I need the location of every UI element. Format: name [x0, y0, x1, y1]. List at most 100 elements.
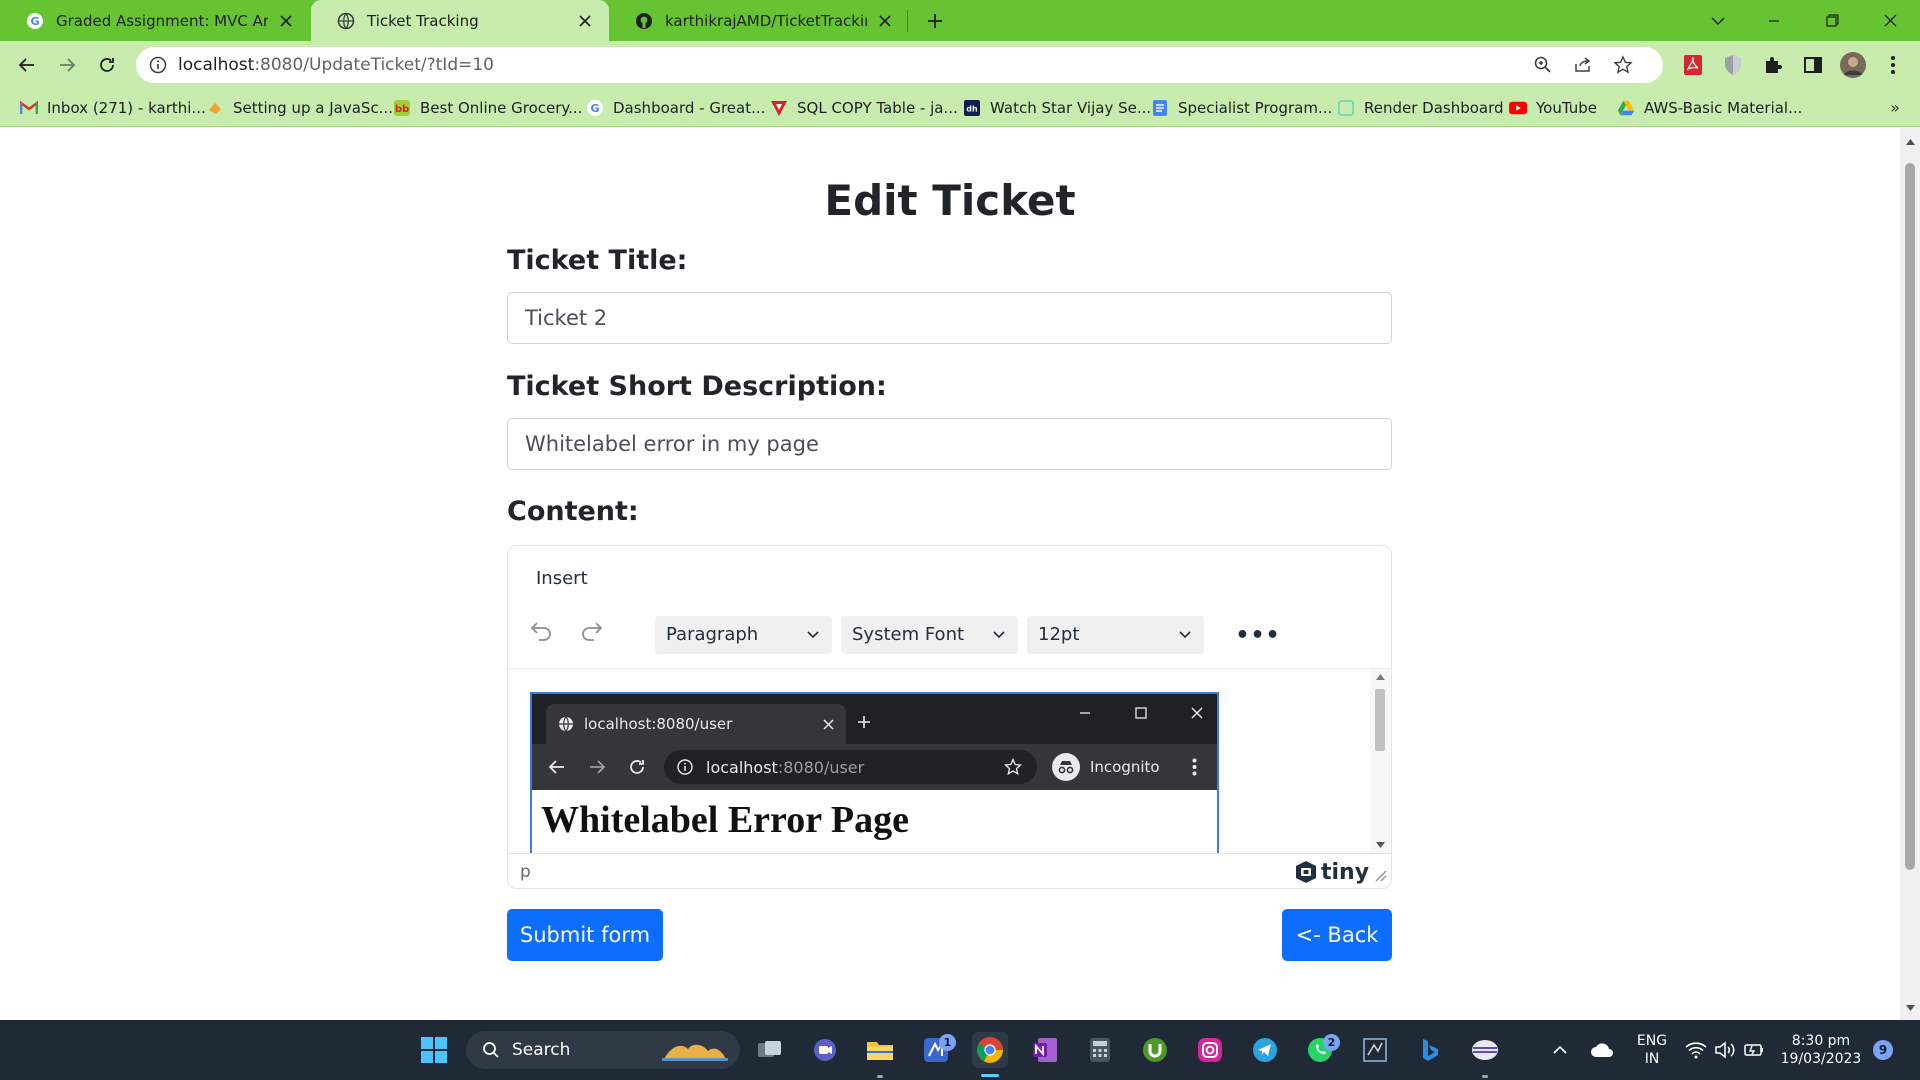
restore-icon[interactable]	[1810, 0, 1854, 41]
tab-close-icon[interactable]	[875, 11, 895, 31]
back-arrow-icon[interactable]	[11, 49, 43, 81]
scroll-up-arrow-icon[interactable]	[1900, 132, 1920, 152]
short-description-input[interactable]	[507, 418, 1392, 470]
sql-tool-icon[interactable]	[1357, 1032, 1393, 1068]
bing-icon[interactable]	[1412, 1032, 1448, 1068]
windows-start-icon[interactable]	[416, 1032, 452, 1068]
language-indicator[interactable]: ENG IN	[1632, 1032, 1672, 1068]
bookmark-star-icon[interactable]	[1612, 54, 1634, 76]
bookmark-youtube[interactable]: YouTube	[1509, 89, 1597, 126]
bookmark-grocery[interactable]: bb Best Online Grocery...	[393, 89, 582, 126]
element-path[interactable]: p	[520, 862, 531, 882]
redo-icon[interactable]	[574, 612, 610, 648]
bookmarks-overflow-button[interactable]: »	[1880, 89, 1910, 126]
bookmark-aws-material[interactable]: AWS-Basic Material...	[1617, 89, 1802, 126]
more-toolbar-button[interactable]: •••	[1235, 616, 1279, 654]
resize-handle-icon[interactable]	[1373, 868, 1387, 882]
volume-icon[interactable]	[1713, 1038, 1737, 1062]
puzzle-extensions-icon[interactable]	[1760, 52, 1786, 78]
side-panel-icon[interactable]	[1800, 52, 1826, 78]
tab-label: Graded Assignment: MVC Archite	[56, 11, 268, 30]
notification-count-badge[interactable]: 9	[1873, 1040, 1893, 1060]
rich-text-editor: Insert Paragraph System Font 12pt ••• lo…	[507, 545, 1392, 889]
battery-icon[interactable]	[1742, 1038, 1766, 1062]
back-button[interactable]: <- Back	[1282, 909, 1392, 961]
editor-scrollbar[interactable]	[1370, 669, 1390, 853]
share-icon[interactable]	[1572, 54, 1594, 76]
clock[interactable]: 8:30 pm 19/03/2023	[1776, 1032, 1866, 1068]
undo-icon[interactable]	[523, 612, 559, 648]
site-info-icon[interactable]	[148, 55, 168, 75]
vscode-insiders-icon[interactable]: 1	[918, 1032, 956, 1068]
instagram-icon[interactable]	[1192, 1032, 1228, 1068]
submit-form-button[interactable]: Submit form	[507, 909, 663, 961]
pdf-extension-icon[interactable]	[1680, 52, 1706, 78]
minimize-icon[interactable]	[1752, 0, 1796, 41]
forward-arrow-icon[interactable]	[51, 49, 83, 81]
embedded-tab: localhost:8080/user	[546, 704, 846, 744]
scroll-down-arrow-icon[interactable]	[1374, 839, 1386, 851]
show-hidden-icons-chevron-up-icon[interactable]	[1548, 1038, 1572, 1062]
kebab-menu-icon[interactable]	[1880, 52, 1906, 78]
calculator-icon[interactable]	[1082, 1032, 1118, 1068]
search-highlight-opera-house-icon	[662, 1044, 728, 1061]
tiny-logo[interactable]: tiny	[1294, 859, 1369, 885]
font-family-select[interactable]: System Font	[841, 616, 1018, 654]
scroll-up-arrow-icon[interactable]	[1374, 671, 1386, 683]
new-tab-plus-icon[interactable]	[922, 8, 948, 34]
embedded-screenshot-image[interactable]: localhost:8080/user localhost:8080/user …	[530, 692, 1219, 853]
clock-date: 19/03/2023	[1780, 1051, 1862, 1067]
kebab-menu-icon	[1184, 756, 1204, 778]
svg-text:G: G	[30, 15, 39, 28]
whitelabel-error-heading: Whitelabel Error Page	[541, 799, 909, 841]
address-bar[interactable]: localhost:8080/UpdateTicket/?tId=10	[136, 47, 1663, 83]
tab-graded-assignment[interactable]: G Graded Assignment: MVC Archite	[0, 0, 310, 41]
utorrent-icon[interactable]	[1137, 1032, 1173, 1068]
zoom-icon[interactable]	[1532, 54, 1554, 76]
onenote-icon[interactable]	[1027, 1032, 1063, 1068]
file-explorer-icon[interactable]	[862, 1032, 898, 1068]
reload-icon[interactable]	[91, 49, 123, 81]
page-scrollbar-thumb[interactable]	[1905, 163, 1915, 870]
short-description-label: Ticket Short Description:	[507, 371, 887, 402]
shield-extension-icon[interactable]	[1720, 52, 1746, 78]
tab-github-repo[interactable]: karthikrajAMD/TicketTracking	[609, 0, 909, 41]
pen-tablet-app-icon[interactable]	[1467, 1032, 1503, 1068]
task-view-icon[interactable]	[752, 1032, 788, 1068]
page-scrollbar[interactable]	[1900, 128, 1920, 1020]
bookmark-inbox[interactable]: Inbox (271) - karthi...	[20, 89, 206, 126]
close-window-icon[interactable]	[1868, 0, 1912, 41]
onedrive-cloud-icon[interactable]	[1590, 1038, 1614, 1062]
taskbar-search-box[interactable]: Search	[466, 1031, 740, 1069]
bookmark-label: SQL COPY Table - ja...	[797, 98, 958, 117]
bookmark-render[interactable]: Render Dashboard	[1337, 89, 1504, 126]
ticket-title-input[interactable]	[507, 292, 1392, 344]
chrome-icon[interactable]	[972, 1032, 1008, 1068]
tab-close-icon[interactable]	[276, 11, 296, 31]
font-size-select[interactable]: 12pt	[1027, 616, 1204, 654]
profile-avatar[interactable]	[1840, 52, 1866, 78]
tab-close-icon[interactable]	[575, 11, 595, 31]
bookmark-javascript[interactable]: Setting up a JavaSc...	[206, 89, 393, 126]
bookmark-label: Render Dashboard	[1364, 98, 1504, 117]
editor-content-area[interactable]: localhost:8080/user localhost:8080/user …	[508, 669, 1391, 853]
bookmark-dashboard[interactable]: G Dashboard - Great...	[586, 89, 765, 126]
bookmark-label: Dashboard - Great...	[613, 98, 766, 117]
teams-chat-icon[interactable]	[807, 1032, 843, 1068]
editor-scrollbar-thumb[interactable]	[1375, 689, 1385, 751]
bookmark-specialist-program[interactable]: Specialist Program...	[1151, 89, 1332, 126]
browser-toolbar: localhost:8080/UpdateTicket/?tId=10	[0, 41, 1920, 89]
wifi-icon[interactable]	[1684, 1038, 1708, 1062]
telegram-icon[interactable]	[1247, 1032, 1283, 1068]
tab-search-chevron-down-icon[interactable]	[1696, 0, 1740, 41]
embedded-tab-label: localhost:8080/user	[584, 715, 733, 733]
tab-ticket-tracking[interactable]: Ticket Tracking	[311, 0, 609, 41]
running-indicator	[877, 1075, 883, 1078]
whatsapp-icon[interactable]: 2	[1302, 1032, 1340, 1068]
bookmark-star-vijay[interactable]: dh Watch Star Vijay Se...	[963, 89, 1151, 126]
scroll-down-arrow-icon[interactable]	[1900, 998, 1920, 1018]
block-format-select[interactable]: Paragraph	[655, 616, 832, 654]
bookmark-sql-copy[interactable]: SQL COPY Table - ja...	[770, 89, 958, 126]
url-host: localhost	[178, 55, 255, 75]
menu-insert[interactable]: Insert	[536, 568, 588, 589]
